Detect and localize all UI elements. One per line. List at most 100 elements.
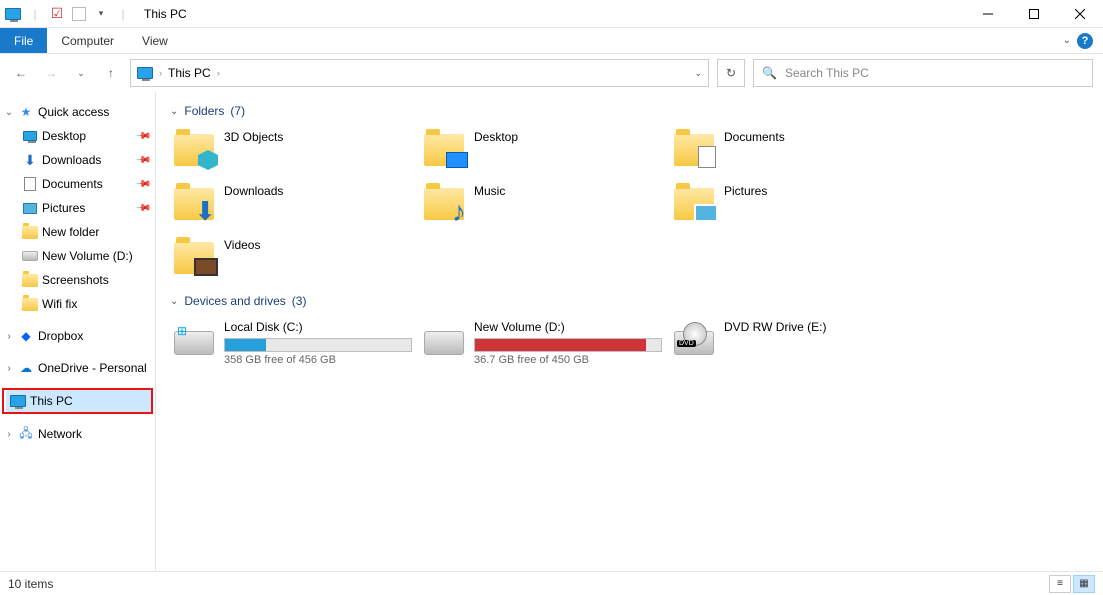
refresh-button[interactable]: ↻ bbox=[717, 59, 745, 87]
breadcrumb-dropdown-icon[interactable]: ⌄ bbox=[694, 68, 702, 79]
folder-item-videos[interactable]: Videos bbox=[170, 234, 420, 288]
details-view-button[interactable]: ≡ bbox=[1049, 575, 1071, 593]
drives-section-header[interactable]: ⌄ Devices and drives (3) bbox=[170, 294, 1089, 308]
drive-item-new-volume-d-[interactable]: New Volume (D:) 36.7 GB free of 450 GB bbox=[420, 316, 670, 370]
sidebar-item-wifi-fix[interactable]: Wifi fix bbox=[0, 292, 155, 316]
nav-bar: ← → ⌄ ↑ › This PC › ⌄ ↻ 🔍 bbox=[0, 54, 1103, 92]
drive-freespace: 358 GB free of 456 GB bbox=[224, 354, 416, 366]
cloud-icon: ☁ bbox=[18, 360, 34, 376]
collapse-icon[interactable]: ⌄ bbox=[170, 296, 178, 307]
desktop-icon bbox=[22, 128, 38, 144]
folder-item-3d-objects[interactable]: 3D Objects bbox=[170, 126, 420, 180]
computer-tab[interactable]: Computer bbox=[47, 28, 128, 53]
recent-locations-button[interactable]: ⌄ bbox=[70, 62, 92, 84]
help-icon[interactable]: ? bbox=[1077, 33, 1093, 49]
breadcrumb-chevron2-icon[interactable]: › bbox=[217, 68, 220, 78]
folders-section-header[interactable]: ⌄ Folders (7) bbox=[170, 104, 1089, 118]
desktop-folder-icon bbox=[424, 130, 464, 170]
onedrive-node[interactable]: › ☁ OneDrive - Personal bbox=[0, 356, 155, 380]
new-folder-qat-icon[interactable] bbox=[70, 5, 88, 23]
this-pc-icon bbox=[10, 393, 26, 409]
folder-item-pictures[interactable]: Pictures bbox=[670, 180, 920, 234]
collapse-icon[interactable]: ⌄ bbox=[170, 106, 178, 117]
minimize-button[interactable] bbox=[965, 0, 1011, 28]
folder-item-desktop[interactable]: Desktop bbox=[420, 126, 670, 180]
up-button[interactable]: ↑ bbox=[100, 62, 122, 84]
item-label: Videos bbox=[224, 238, 416, 252]
capacity-bar bbox=[224, 338, 412, 352]
status-bar: 10 items ≡ ▦ bbox=[0, 571, 1103, 595]
view-tab[interactable]: View bbox=[128, 28, 182, 53]
item-label: Music bbox=[474, 184, 666, 198]
drive-icon bbox=[424, 320, 464, 360]
sidebar-item-new-volume-d-[interactable]: New Volume (D:) bbox=[0, 244, 155, 268]
documents-icon bbox=[22, 176, 38, 192]
music-folder-icon: ♪ bbox=[424, 184, 464, 224]
sidebar-item-documents[interactable]: Documents 📌 bbox=[0, 172, 155, 196]
folder-item-documents[interactable]: Documents bbox=[670, 126, 920, 180]
sidebar-item-screenshots[interactable]: Screenshots bbox=[0, 268, 155, 292]
drive-item-dvd-rw-drive-e-[interactable]: DVDDVD RW Drive (E:) bbox=[670, 316, 920, 370]
maximize-button[interactable] bbox=[1011, 0, 1057, 28]
qat-dropdown-icon[interactable]: ▾ bbox=[92, 5, 110, 23]
breadcrumb-chevron-icon[interactable]: › bbox=[159, 68, 162, 78]
item-label: Documents bbox=[724, 130, 916, 144]
sidebar-item-new-folder[interactable]: New folder bbox=[0, 220, 155, 244]
folder-item-music[interactable]: ♪ Music bbox=[420, 180, 670, 234]
sidebar-item-desktop[interactable]: Desktop 📌 bbox=[0, 124, 155, 148]
this-pc-node-highlighted[interactable]: This PC bbox=[2, 388, 153, 414]
expand-icon[interactable]: › bbox=[4, 363, 14, 374]
content-pane: ⌄ Folders (7) 3D Objects Desktop Documents… bbox=[156, 92, 1103, 571]
ribbon-expand-icon[interactable]: ⌄ bbox=[1063, 35, 1071, 46]
system-menu-icon[interactable] bbox=[4, 5, 22, 23]
ribbon-tabs: File Computer View ⌄ ? bbox=[0, 28, 1103, 54]
pin-icon: 📌 bbox=[134, 176, 151, 193]
item-label: 3D Objects bbox=[224, 130, 416, 144]
expand-icon[interactable]: › bbox=[4, 331, 14, 342]
downloads-folder-icon: ⬇ bbox=[174, 184, 214, 224]
sidebar-item-downloads[interactable]: ⬇Downloads📌 bbox=[0, 148, 155, 172]
item-label: Downloads bbox=[224, 184, 416, 198]
qat-sep2: | bbox=[114, 5, 132, 23]
drive-freespace: 36.7 GB free of 450 GB bbox=[474, 354, 666, 366]
capacity-bar bbox=[474, 338, 662, 352]
item-label: Pictures bbox=[724, 184, 916, 198]
sidebar-item-pictures[interactable]: Pictures📌 bbox=[0, 196, 155, 220]
breadcrumb[interactable]: › This PC › ⌄ bbox=[130, 59, 709, 87]
forward-button[interactable]: → bbox=[40, 62, 62, 84]
breadcrumb-location[interactable]: This PC bbox=[168, 66, 211, 80]
network-node[interactable]: › 🖧 Network bbox=[0, 422, 155, 446]
network-icon: 🖧 bbox=[18, 426, 34, 442]
3dobjects-folder-icon bbox=[174, 130, 214, 170]
tiles-view-button[interactable]: ▦ bbox=[1073, 575, 1095, 593]
drive-icon bbox=[22, 248, 38, 264]
close-button[interactable] bbox=[1057, 0, 1103, 28]
search-input[interactable] bbox=[785, 66, 1084, 80]
sidebar-item-label: Desktop bbox=[42, 129, 86, 143]
back-button[interactable]: ← bbox=[10, 62, 32, 84]
breadcrumb-icon bbox=[137, 65, 153, 81]
sidebar-item-label: Screenshots bbox=[42, 273, 109, 287]
window-title: This PC bbox=[144, 7, 187, 21]
qat-separator: | bbox=[26, 5, 44, 23]
folder-item-downloads[interactable]: ⬇ Downloads bbox=[170, 180, 420, 234]
collapse-icon[interactable]: ⌄ bbox=[4, 107, 14, 118]
item-count: 10 items bbox=[8, 577, 53, 591]
drive-label: Local Disk (C:) bbox=[224, 320, 416, 334]
sidebar-item-label: Documents bbox=[42, 177, 103, 191]
pin-icon: 📌 bbox=[134, 200, 151, 217]
dropbox-node[interactable]: › ◆ Dropbox bbox=[0, 324, 155, 348]
dropbox-icon: ◆ bbox=[18, 328, 34, 344]
file-tab[interactable]: File bbox=[0, 28, 47, 53]
properties-icon[interactable]: ☑ bbox=[48, 5, 66, 23]
sidebar-item-label: Wifi fix bbox=[42, 297, 77, 311]
folder-icon bbox=[22, 296, 38, 312]
drive-label: New Volume (D:) bbox=[474, 320, 666, 334]
drive-item-local-disk-c-[interactable]: ⊞Local Disk (C:)358 GB free of 456 GB bbox=[170, 316, 420, 370]
folder-icon bbox=[22, 272, 38, 288]
quick-access-node[interactable]: ⌄ ★ Quick access bbox=[0, 100, 155, 124]
search-box[interactable]: 🔍 bbox=[753, 59, 1093, 87]
navigation-pane: ⌄ ★ Quick access Desktop📌⬇Downloads📌Docu… bbox=[0, 92, 156, 571]
expand-icon[interactable]: › bbox=[4, 429, 14, 440]
pin-icon: 📌 bbox=[134, 128, 151, 145]
